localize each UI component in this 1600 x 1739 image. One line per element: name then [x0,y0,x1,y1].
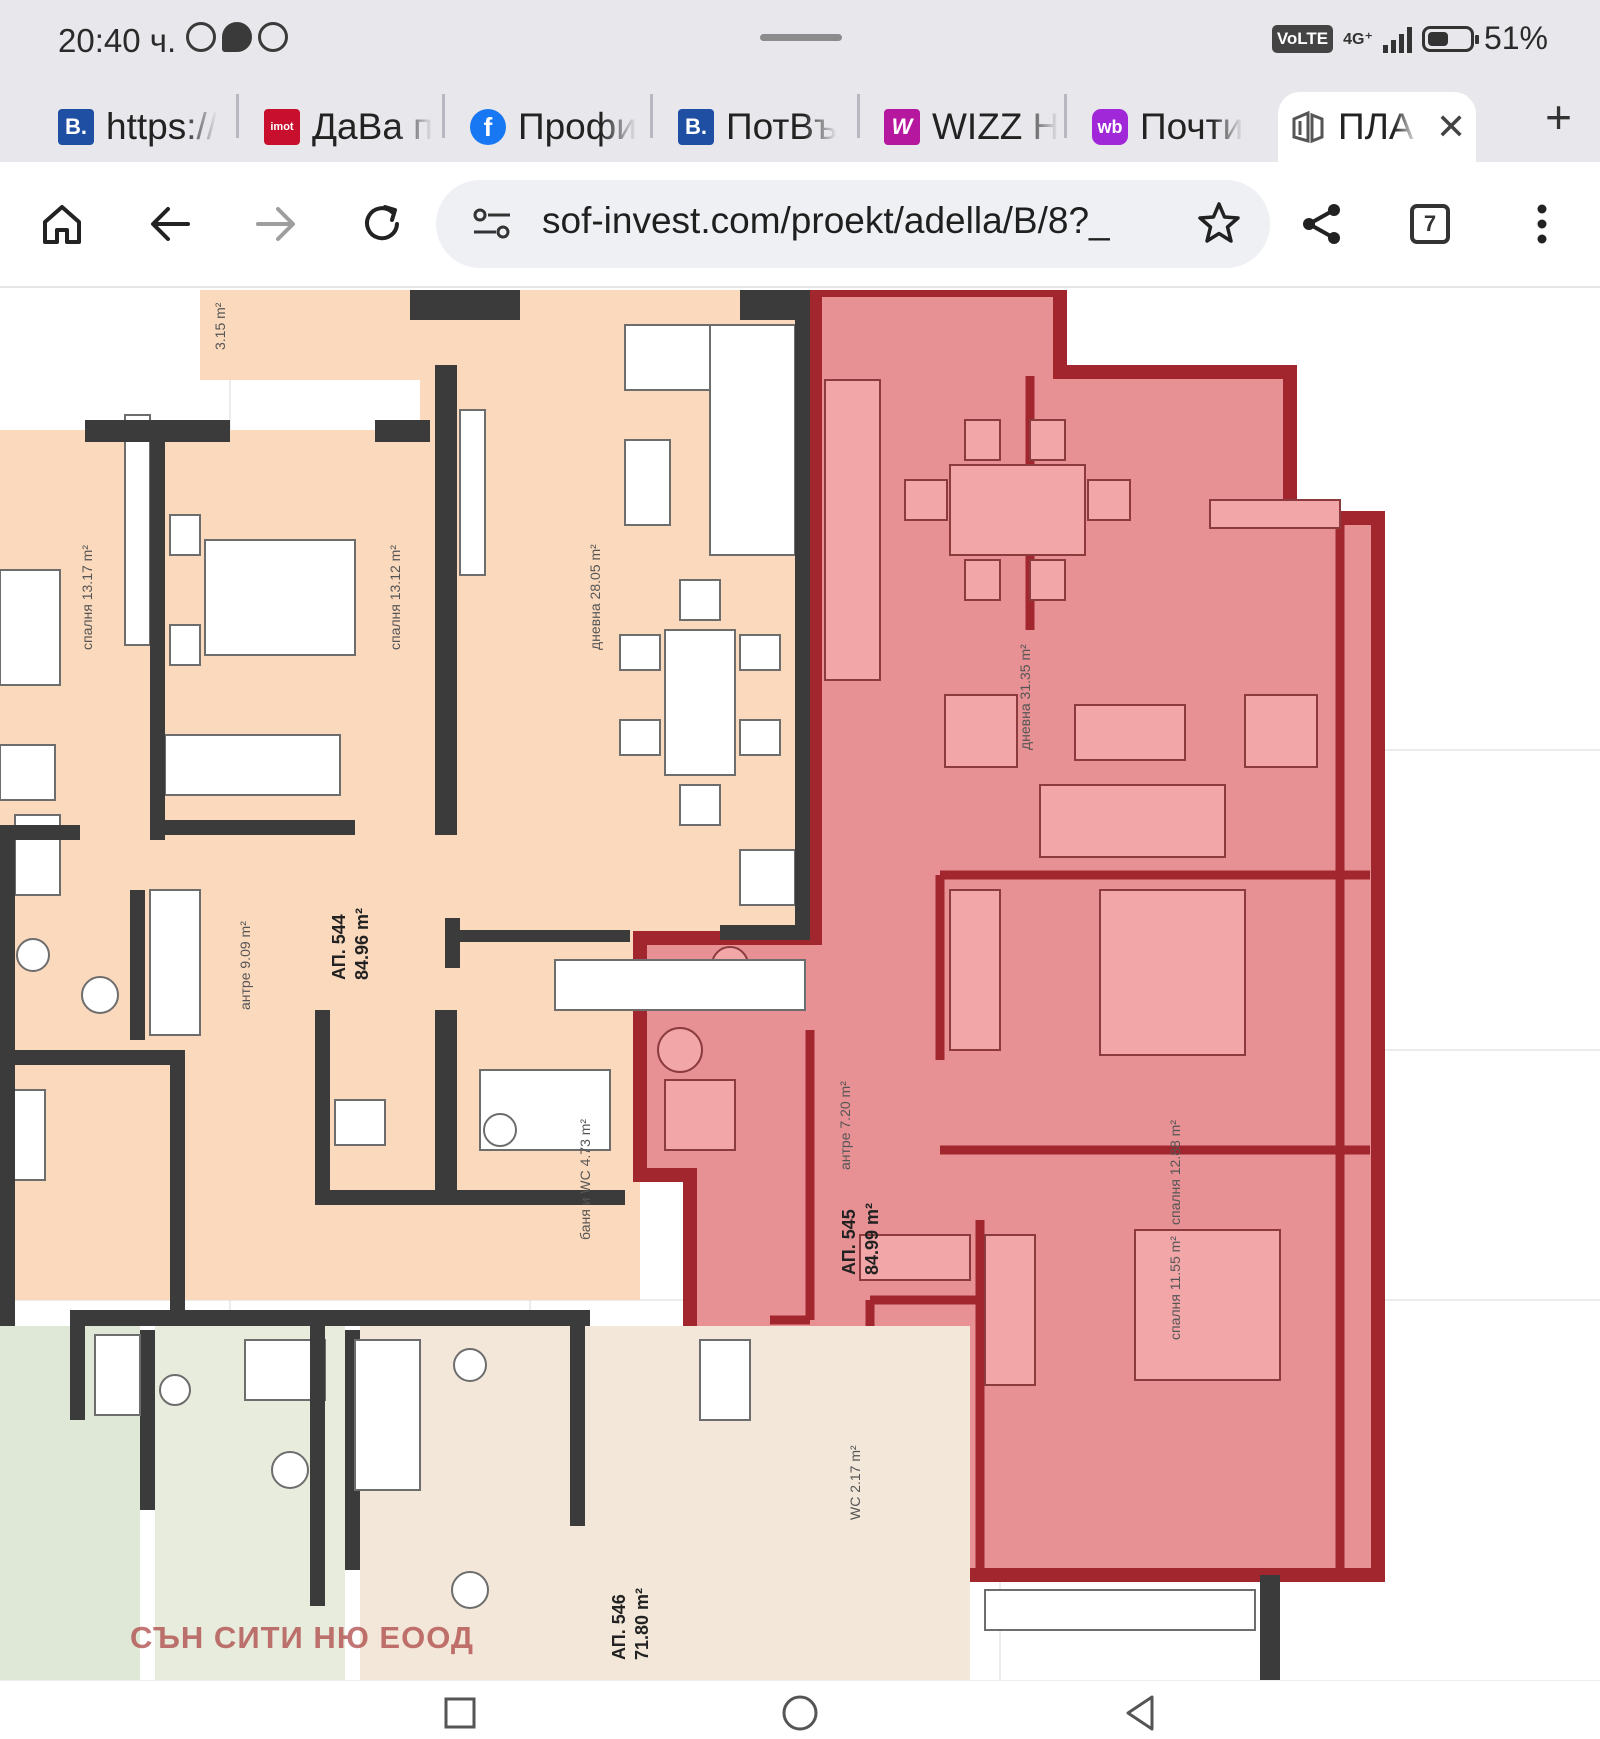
signal-icon [1382,25,1412,53]
building-icon [1292,110,1324,144]
system-indicators: VoLTE 4G⁺ 51% [1271,20,1548,57]
share-icon[interactable] [1300,202,1344,246]
tab-title: Профи [518,106,637,147]
more-menu-icon[interactable] [1520,202,1564,246]
facebook-favicon-icon: f [470,109,506,145]
tab-strip: B. https:// imot ДаВа п f Профи B. ПотВъ… [0,78,1600,162]
new-tab-button[interactable]: + [1545,90,1572,144]
svg-text:спалня 13.17 m²: спалня 13.17 m² [79,545,95,650]
url-text[interactable]: sof-invest.com/proekt/adella/B/8?_ [542,200,1152,242]
reload-icon[interactable] [360,202,404,246]
browser-toolbar: sof-invest.com/proekt/adella/B/8?_ 7 [0,162,1600,288]
back-triangle-icon[interactable] [1120,1693,1160,1733]
recents-icon[interactable] [440,1693,480,1733]
tab-title: Почти [1140,106,1244,147]
bookmark-star-icon[interactable] [1196,200,1242,246]
tab-title: WIZZ H [932,106,1060,147]
address-bar[interactable]: sof-invest.com/proekt/adella/B/8?_ [436,180,1270,268]
svg-text:3.15 m²: 3.15 m² [212,302,228,350]
floor-plan-viewport[interactable]: 3.15 m² спалня 13.17 m² спалня 13.12 m² … [0,290,1600,1680]
svg-text:антре 9.09 m²: антре 9.09 m² [237,921,253,1010]
wildberries-favicon-icon: wb [1092,109,1128,145]
tab-title: https:// [106,106,218,147]
viber-icon [258,22,288,52]
back-icon[interactable] [148,202,192,246]
svg-text:WC 2.17 m²: WC 2.17 m² [847,1445,863,1520]
notification-icons [186,22,288,52]
booking-favicon-icon: B. [678,109,714,145]
svg-text:АП. 546: АП. 546 [609,1594,629,1660]
viber-icon [186,22,216,52]
tab-title: ПотВъ [726,106,838,147]
tab-switcher-button[interactable]: 7 [1410,204,1450,244]
forward-icon[interactable] [254,202,298,246]
svg-text:спалня 13.12 m²: спалня 13.12 m² [387,545,403,650]
svg-text:баня и WC 4.73 m²: баня и WC 4.73 m² [577,1119,593,1240]
svg-text:спалня 11.55 m²: спалня 11.55 m² [1167,1236,1183,1340]
site-settings-icon[interactable] [472,206,512,242]
wizz-favicon-icon: W [884,109,920,145]
tab-title: ПЛА [1338,106,1414,147]
svg-text:спалня 12.88 m²: спалня 12.88 m² [1167,1120,1183,1225]
window-drag-handle[interactable] [760,34,842,41]
tab-1[interactable]: B. https:// [46,92,236,162]
status-time: 20:40 ч. [58,22,177,59]
chat-bubble-icon [222,22,252,52]
booking-favicon-icon: B. [58,109,94,145]
watermark-text: СЪН СИТИ НЮ ЕООД [130,1620,474,1655]
tab-separator [1064,94,1067,138]
tab-separator [857,94,860,138]
tab-separator [442,94,445,138]
status-bar: 20:40 ч. VoLTE 4G⁺ 51% [0,0,1600,78]
tab-7-active[interactable]: ПЛА ✕ [1278,92,1476,162]
svg-text:дневна 28.05 m²: дневна 28.05 m² [587,544,603,650]
svg-text:антре 7.20 m²: антре 7.20 m² [837,1081,853,1170]
svg-text:АП. 545: АП. 545 [839,1209,859,1275]
imot-favicon-icon: imot [264,109,300,145]
tab-2[interactable]: imot ДаВа п [252,92,442,162]
system-navigation-bar [0,1680,1600,1739]
close-tab-icon[interactable]: ✕ [1436,106,1466,148]
tab-6[interactable]: wb Почти [1080,92,1270,162]
svg-text:дневна 31.35 m²: дневна 31.35 m² [1017,644,1033,750]
floor-plan-image: 3.15 m² спалня 13.17 m² спалня 13.12 m² … [0,290,1600,1680]
svg-text:84.99 m²: 84.99 m² [862,1203,882,1275]
tab-separator [650,94,653,138]
volte-icon: VoLTE [1271,24,1334,53]
tab-title: ДаВа п [312,106,434,147]
svg-text:71.80 m²: 71.80 m² [632,1588,652,1660]
network-type: 4G⁺ [1343,30,1373,48]
tab-5[interactable]: W WIZZ H [872,92,1062,162]
tab-4[interactable]: B. ПотВъ [666,92,856,162]
battery-percent: 51% [1483,20,1548,56]
tab-3[interactable]: f Профи [458,92,648,162]
battery-icon [1421,25,1479,52]
home-icon[interactable] [40,202,84,246]
svg-text:84.96 m²: 84.96 m² [352,908,372,980]
tab-separator [236,94,239,138]
home-circle-icon[interactable] [780,1693,820,1733]
svg-text:АП. 544: АП. 544 [329,914,349,980]
